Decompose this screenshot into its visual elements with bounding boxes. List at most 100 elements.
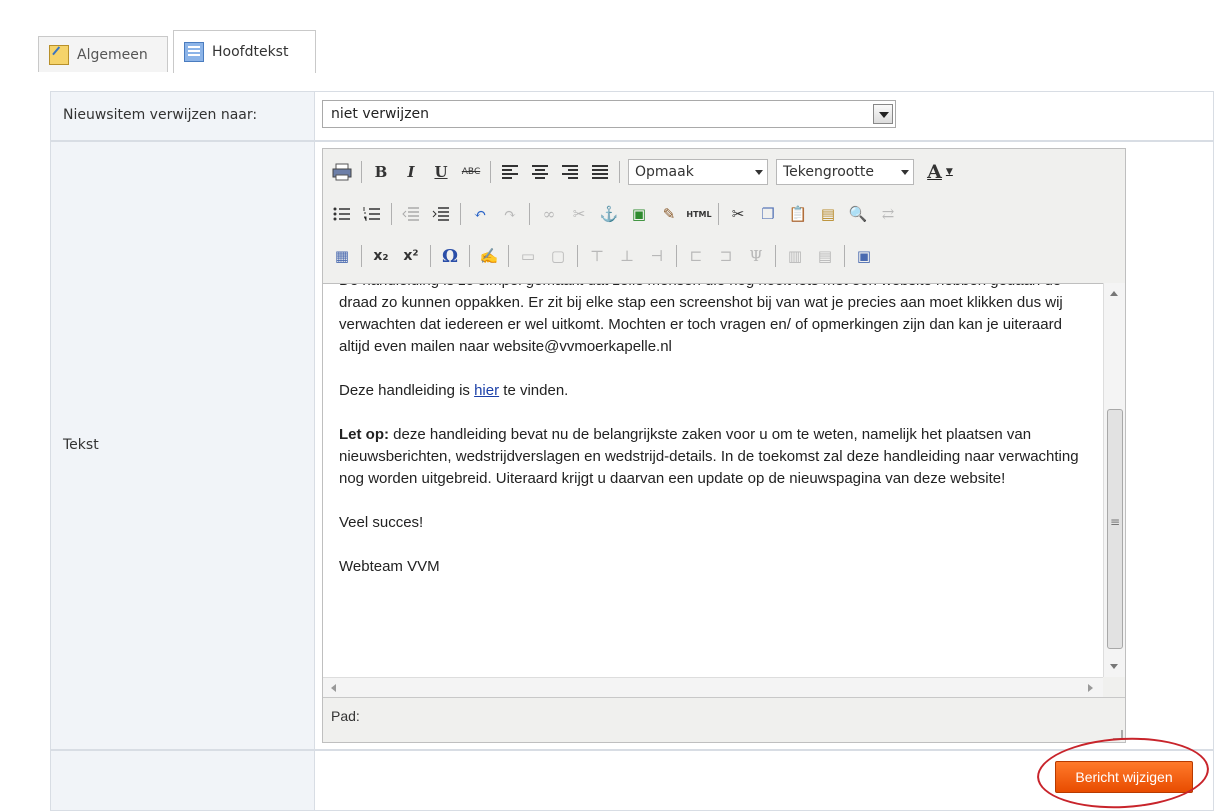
- toolbar-separator: [529, 203, 530, 225]
- tab-hoofdtekst[interactable]: Hoofdtekst: [173, 30, 316, 73]
- font-color-letter: A: [927, 161, 942, 183]
- insert-row-after-icon[interactable]: ⊥: [616, 245, 638, 267]
- toolbar-separator: [361, 161, 362, 183]
- numbered-list-icon[interactable]: [361, 203, 383, 225]
- chevron-down-icon: [901, 170, 909, 175]
- tab-label: Hoofdtekst: [212, 44, 289, 60]
- editor-statusbar: Pad:: [323, 697, 1125, 742]
- path-label: Pad:: [331, 708, 360, 724]
- edit-page-icon: [49, 44, 69, 65]
- content-paragraph: De handleiding is zo simpel gemaakt dat …: [339, 284, 1063, 355]
- replace-icon[interactable]: ⇄: [877, 203, 899, 225]
- cut-icon[interactable]: ✂: [727, 203, 749, 225]
- delete-row-icon[interactable]: ⊣: [646, 245, 668, 267]
- unlink-icon[interactable]: ✂: [568, 203, 590, 225]
- toolbar-separator: [577, 245, 578, 267]
- align-justify-icon[interactable]: [589, 161, 611, 183]
- toolbar-separator: [844, 245, 845, 267]
- table-row-props-icon[interactable]: ▭: [517, 245, 539, 267]
- outdent-icon[interactable]: [400, 203, 422, 225]
- subscript-button[interactable]: x₂: [370, 245, 392, 267]
- text-page-icon: [184, 42, 204, 62]
- toolbar-separator: [430, 245, 431, 267]
- redo-icon[interactable]: ↷: [499, 203, 521, 225]
- toolbar-row-3: ▦ x₂ x² Ω ✍ ▭ ▢ ⊤ ⊥ ⊣ ⊏ ⊐ Ψ ▥ ▤ ▣: [331, 241, 875, 271]
- split-cells-icon[interactable]: ▥: [784, 245, 806, 267]
- paste-icon[interactable]: 📋: [787, 203, 809, 225]
- table-cell-props-icon[interactable]: ▢: [547, 245, 569, 267]
- toolbar-separator: [490, 161, 491, 183]
- image-icon[interactable]: ▣: [628, 203, 650, 225]
- editor-content[interactable]: De handleiding is zo simpel gemaakt dat …: [323, 283, 1103, 677]
- undo-icon[interactable]: ↶: [469, 203, 491, 225]
- bold-button[interactable]: B: [370, 161, 392, 183]
- anchor-icon[interactable]: ⚓: [598, 203, 620, 225]
- content-paragraph: Veel succes!: [339, 514, 424, 531]
- toolbar-separator: [361, 245, 362, 267]
- align-center-icon[interactable]: [529, 161, 551, 183]
- toolbar-row-2: ↶ ↷ ∞ ✂ ⚓ ▣ ✎ HTML ✂ ❐ 📋 ▤ 🔍 ⇄: [331, 199, 899, 229]
- format-dropdown-label: Opmaak: [635, 164, 694, 180]
- chevron-down-icon[interactable]: [873, 104, 893, 124]
- html-source-button[interactable]: HTML: [686, 203, 711, 225]
- toolbar-separator: [718, 203, 719, 225]
- insert-col-after-icon[interactable]: ⊐: [715, 245, 737, 267]
- italic-button[interactable]: I: [400, 161, 422, 183]
- fullscreen-icon[interactable]: ▣: [853, 245, 875, 267]
- horizontal-scrollbar[interactable]: [323, 677, 1103, 697]
- scrollbar-thumb[interactable]: [1107, 409, 1123, 649]
- scroll-right-icon[interactable]: [1088, 684, 1093, 692]
- scroll-left-icon[interactable]: [331, 684, 336, 692]
- align-right-icon[interactable]: [559, 161, 581, 183]
- handleiding-link[interactable]: hier: [474, 382, 499, 399]
- tab-label: Algemeen: [77, 46, 148, 63]
- text-label: Tekst: [50, 141, 315, 750]
- superscript-button[interactable]: x²: [400, 245, 422, 267]
- content-text: deze handleiding bevat nu de belangrijks…: [339, 426, 1079, 487]
- content-paragraph: Let op: deze handleiding bevat nu de bel…: [339, 424, 1087, 490]
- redirect-label: Nieuwsitem verwijzen naar:: [50, 91, 315, 141]
- content-paragraph: Deze handleiding is hier te vinden.: [339, 380, 1087, 402]
- vertical-scrollbar[interactable]: [1103, 283, 1125, 677]
- paste-text-icon[interactable]: ▤: [817, 203, 839, 225]
- bullet-list-icon[interactable]: [331, 203, 353, 225]
- tab-bar: Algemeen Hoofdtekst: [0, 0, 1214, 73]
- insert-row-before-icon[interactable]: ⊤: [586, 245, 608, 267]
- scroll-up-icon[interactable]: [1110, 291, 1118, 296]
- underline-button[interactable]: U: [430, 161, 452, 183]
- table-icon[interactable]: ▦: [331, 245, 353, 267]
- fontsize-dropdown-label: Tekengrootte: [783, 164, 874, 180]
- content-text: te vinden.: [499, 382, 569, 399]
- indent-icon[interactable]: [430, 203, 452, 225]
- toolbar-separator: [619, 161, 620, 183]
- empty-label-cell: [50, 750, 315, 811]
- content-paragraph: Webteam VVM: [339, 558, 440, 575]
- toolbar-separator: [775, 245, 776, 267]
- rich-text-editor: B I U ABC Opmaak Tekengrootte A ▼ ↶ ↷ ∞ ✂…: [322, 148, 1126, 743]
- special-char-button[interactable]: Ω: [439, 245, 461, 267]
- align-left-icon[interactable]: [499, 161, 521, 183]
- link-icon[interactable]: ∞: [538, 203, 560, 225]
- insert-col-before-icon[interactable]: ⊏: [685, 245, 707, 267]
- chevron-down-icon: [755, 170, 763, 175]
- redirect-select-value: niet verwijzen: [331, 106, 430, 122]
- cleanup-icon[interactable]: ✎: [658, 203, 680, 225]
- toolbar-separator: [460, 203, 461, 225]
- tab-algemeen[interactable]: Algemeen: [38, 36, 168, 72]
- font-color-button[interactable]: A ▼: [922, 161, 958, 183]
- format-dropdown[interactable]: Opmaak: [628, 159, 768, 185]
- fontsize-dropdown[interactable]: Tekengrootte: [776, 159, 914, 185]
- copy-icon[interactable]: ❐: [757, 203, 779, 225]
- print-icon[interactable]: [331, 161, 353, 183]
- redirect-select[interactable]: niet verwijzen: [322, 100, 896, 128]
- chevron-down-icon: ▼: [945, 167, 953, 177]
- edit-css-icon[interactable]: ✍: [478, 245, 500, 267]
- scroll-down-icon[interactable]: [1110, 664, 1118, 669]
- merge-cells-icon[interactable]: ▤: [814, 245, 836, 267]
- toolbar-separator: [391, 203, 392, 225]
- delete-col-icon[interactable]: Ψ: [745, 245, 767, 267]
- find-icon[interactable]: 🔍: [847, 203, 869, 225]
- content-text: Deze handleiding is: [339, 382, 475, 399]
- toolbar-separator: [469, 245, 470, 267]
- strikethrough-button[interactable]: ABC: [460, 161, 482, 183]
